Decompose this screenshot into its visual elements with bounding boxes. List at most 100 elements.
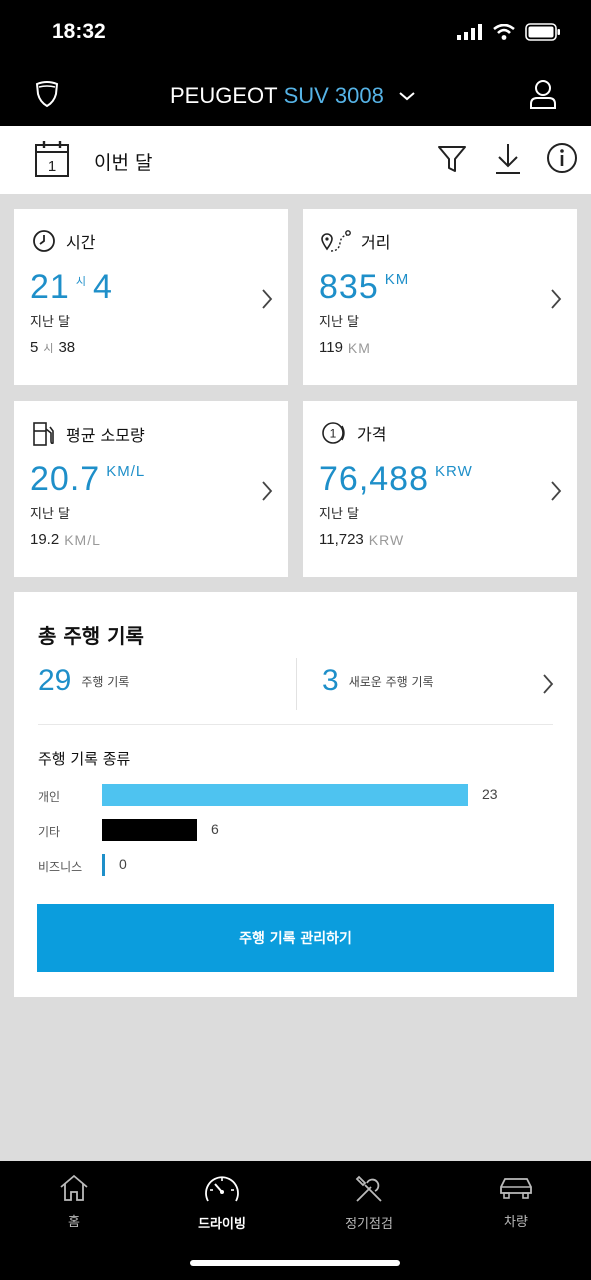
nav-item-maintenance[interactable]: 정기점검	[309, 1173, 429, 1232]
nav-label-maintenance: 정기점검	[345, 1217, 393, 1232]
time-card-header: 시간	[32, 229, 95, 253]
nav-item-vehicle[interactable]: 차량	[456, 1173, 576, 1230]
trip-summary-card: 총 주행 기록 29 주행 기록 3 새로운 주행 기록 주행 기록 종류 개인…	[14, 592, 577, 997]
home-icon	[60, 1174, 88, 1201]
price-prev-value: 11,723	[319, 531, 364, 548]
vehicle-selector[interactable]: PEUGEOT SUV 3008	[170, 80, 418, 112]
summary-divider	[296, 658, 297, 710]
total-trips-count: 29	[38, 664, 72, 697]
trip-type-value: 6	[211, 821, 219, 837]
distance-card-value: 835 KM	[319, 267, 415, 307]
consumption-prev-value: 19.2	[30, 531, 60, 548]
trip-type-value: 23	[482, 786, 498, 802]
new-trips-count: 3	[322, 664, 339, 697]
profile-icon[interactable]	[529, 78, 557, 110]
distance-value: 835	[319, 268, 379, 306]
time-card-previous: 5 시 38	[30, 339, 75, 356]
trip-type-value: 0	[119, 856, 127, 872]
distance-card-sub-label: 지난 달	[319, 315, 360, 330]
trip-type-row: 비즈니스 0	[38, 854, 553, 878]
time-prev-hours: 5	[30, 339, 39, 356]
shield-icon[interactable]	[34, 80, 60, 108]
download-icon[interactable]	[494, 142, 522, 176]
clock-icon	[33, 230, 55, 252]
manage-trips-button[interactable]: 주행 기록 관리하기	[37, 904, 554, 972]
distance-card-previous: 119 KM	[319, 339, 371, 356]
chevron-right-icon	[262, 289, 273, 309]
time-card-title: 시간	[66, 233, 96, 252]
price-card[interactable]: 1 가격 76,488 KRW 지난 달 11,723 KRW	[303, 401, 577, 577]
fuel-pump-icon	[33, 422, 54, 446]
time-prev-minutes: 38	[58, 339, 76, 356]
consumption-card-header: 평균 소모량	[32, 421, 145, 447]
distance-card[interactable]: 거리 835 KM 지난 달 119 KM	[303, 209, 577, 385]
summary-divider-line	[38, 724, 553, 725]
consumption-card-value: 20.7 KM/L	[30, 459, 151, 499]
consumption-card-previous: 19.2 KM/L	[30, 531, 101, 548]
new-trips[interactable]: 3 새로운 주행 기록	[322, 664, 434, 698]
distance-card-header: 거리	[321, 229, 390, 253]
chevron-right-icon[interactable]	[541, 672, 555, 696]
signal-icon	[457, 24, 482, 40]
svg-text:1: 1	[48, 158, 56, 175]
nav-item-home[interactable]: 홈	[14, 1173, 134, 1230]
consumption-value: 20.7	[30, 460, 101, 498]
tools-icon	[355, 1175, 382, 1202]
total-trips: 29 주행 기록	[38, 664, 129, 698]
price-value: 76,488	[319, 460, 429, 498]
new-trips-label: 새로운 주행 기록	[348, 674, 434, 689]
nav-label-home: 홈	[68, 1215, 80, 1230]
svg-text:1: 1	[330, 427, 337, 441]
vehicle-brand: PEUGEOT	[170, 83, 278, 108]
chevron-right-icon	[551, 481, 562, 501]
chevron-right-icon	[551, 289, 562, 309]
home-indicator	[190, 1260, 400, 1266]
chevron-down-icon	[399, 92, 415, 101]
time-minutes: 4	[92, 268, 113, 306]
trip-type-row: 기타 6	[38, 819, 553, 843]
battery-icon	[525, 23, 560, 41]
price-prev-unit: KRW	[368, 532, 405, 548]
period-bar: 1 이번 달	[0, 126, 591, 194]
consumption-card-sub-label: 지난 달	[30, 507, 71, 522]
trip-types-title: 주행 기록 종류	[38, 750, 131, 768]
consumption-prev-unit: KM/L	[64, 532, 101, 548]
consumption-card[interactable]: 평균 소모량 20.7 KM/L 지난 달 19.2 KM/L	[14, 401, 288, 577]
price-card-header: 1 가격	[321, 421, 386, 445]
total-trips-label: 주행 기록	[81, 674, 130, 689]
price-card-value: 76,488 KRW	[319, 459, 479, 499]
nav-item-driving[interactable]: 드라이빙	[162, 1173, 282, 1232]
nav-label-vehicle: 차량	[504, 1215, 528, 1230]
status-time: 18:32	[52, 20, 106, 43]
price-unit: KRW	[435, 463, 473, 480]
coin-icon: 1	[322, 422, 345, 444]
status-bar: 18:32	[0, 0, 591, 66]
summary-title: 총 주행 기록	[38, 624, 144, 648]
info-icon[interactable]	[546, 142, 578, 174]
status-icons	[457, 22, 561, 42]
trip-type-label: 기타	[38, 825, 61, 839]
period-label[interactable]: 이번 달	[94, 148, 152, 175]
trip-type-bar	[102, 854, 105, 876]
trip-type-label: 비즈니스	[38, 860, 83, 874]
price-card-title: 가격	[357, 425, 387, 444]
route-icon	[321, 230, 351, 252]
calendar-icon[interactable]: 1	[34, 140, 70, 178]
time-hours-unit: 시	[75, 276, 87, 288]
car-icon	[500, 1178, 532, 1199]
trip-type-bar	[102, 819, 197, 841]
consumption-unit: KM/L	[106, 463, 146, 480]
time-card[interactable]: 시간 21 시 4 지난 달 5 시 38	[14, 209, 288, 385]
price-card-sub-label: 지난 달	[319, 507, 360, 522]
filter-icon[interactable]	[437, 144, 467, 174]
time-hours: 21	[30, 268, 70, 306]
trip-type-label: 개인	[38, 790, 61, 804]
distance-prev-unit: KM	[347, 340, 371, 356]
trip-type-row: 개인 23	[38, 784, 553, 808]
time-prev-hours-unit: 시	[43, 343, 54, 355]
distance-unit: KM	[384, 271, 410, 288]
trip-type-bar	[102, 784, 468, 806]
app-header: PEUGEOT SUV 3008	[0, 66, 591, 126]
distance-card-title: 거리	[361, 233, 391, 252]
nav-label-driving: 드라이빙	[198, 1217, 246, 1232]
